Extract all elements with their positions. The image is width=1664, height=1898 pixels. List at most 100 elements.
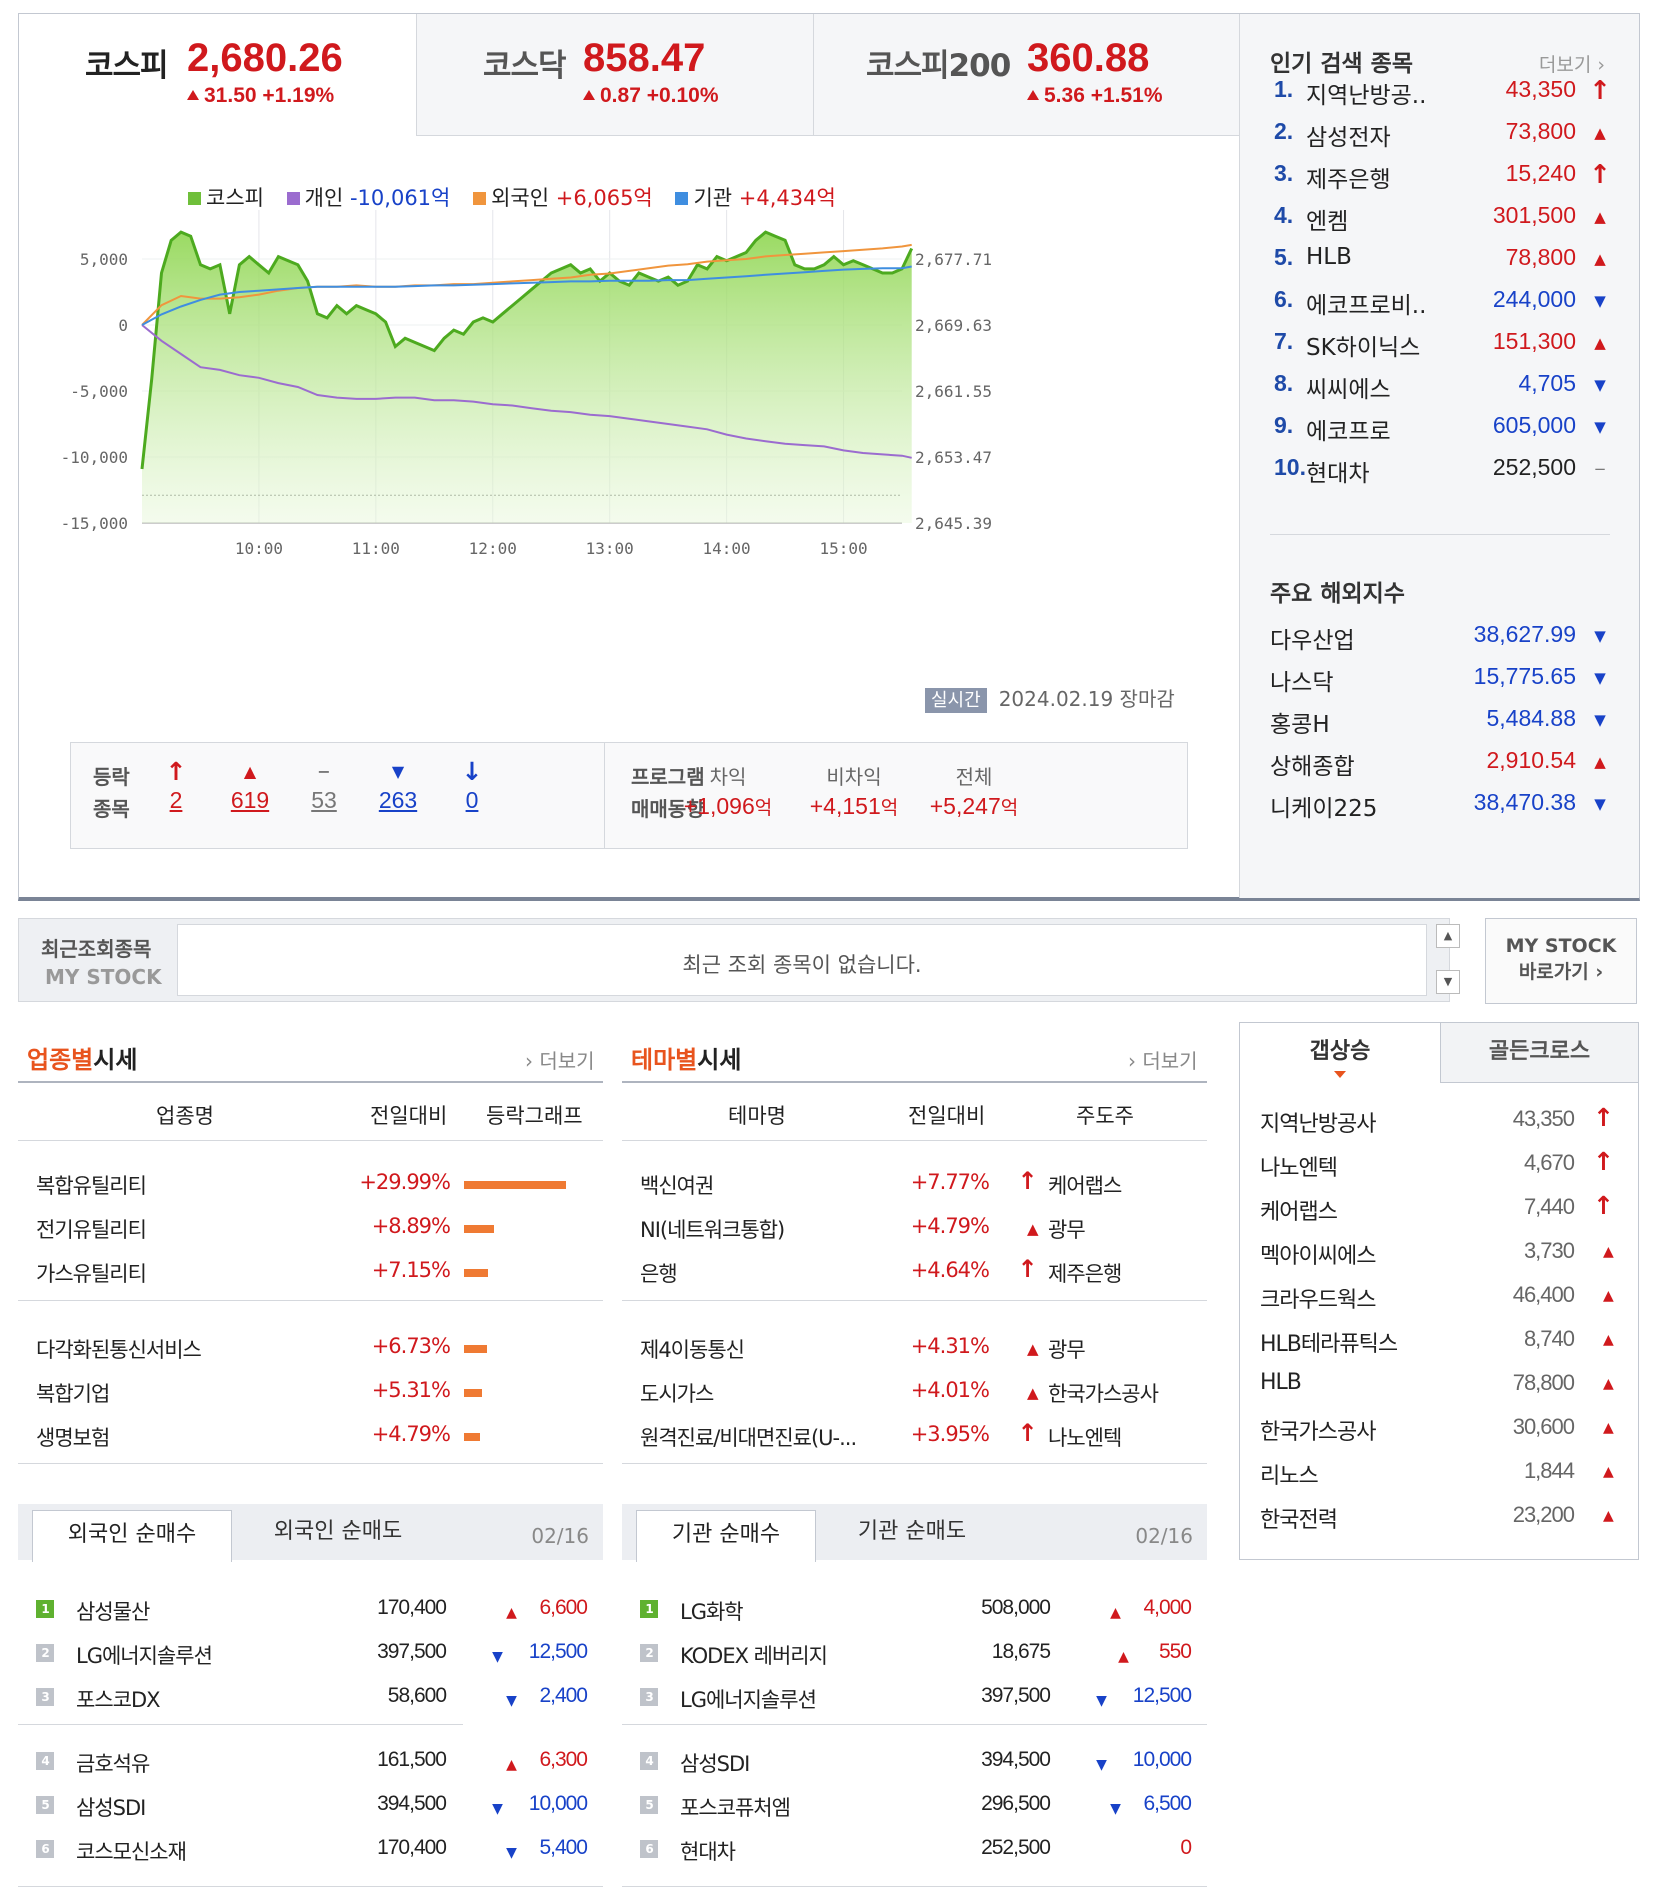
- down-triangle-icon: ▼: [1096, 1757, 1107, 1773]
- net-buy-row[interactable]: 2 KODEX 레버리지 18,675 ▲ 550: [640, 1634, 1200, 1676]
- lead-stock[interactable]: 광무: [1048, 1334, 1086, 1364]
- tab-foreign-sell[interactable]: 외국인 순매도: [238, 1504, 438, 1560]
- net-buy-row[interactable]: 4 금호석유 161,500 ▲ 6,300: [36, 1742, 596, 1784]
- mystock-button[interactable]: MY STOCK 바로가기 ›: [1485, 918, 1637, 1004]
- upper-limit-arrow-icon: ↑: [1593, 1191, 1614, 1220]
- theme-row[interactable]: 원격진료/비대면진료(U-... +3.95% ↑ 나노엔텍: [622, 1416, 1207, 1460]
- sector-row[interactable]: 다각화된통신서비스 +6.73%: [18, 1328, 603, 1372]
- popular-item[interactable]: 10. 현대차 252,500−: [1274, 454, 1614, 496]
- y-left-tick-label: 5,000: [80, 250, 128, 269]
- sector-row[interactable]: 복합기업 +5.31%: [18, 1372, 603, 1416]
- net-buy-row[interactable]: 1 삼성물산 170,400 ▲ 6,600: [36, 1590, 596, 1632]
- popular-item[interactable]: 2. 삼성전자 73,800 ▲: [1274, 118, 1614, 160]
- count-link[interactable]: 0: [447, 787, 497, 814]
- sector-row[interactable]: 생명보험 +4.79%: [18, 1416, 603, 1460]
- up-triangle-icon: ▲: [1603, 1508, 1614, 1524]
- popular-item[interactable]: 5. HLB 78,800 ▲: [1274, 244, 1614, 286]
- net-buy-row[interactable]: 3 포스코DX 58,600 ▼ 2,400: [36, 1678, 596, 1720]
- sector-row[interactable]: 가스유틸리티 +7.15%: [18, 1252, 603, 1296]
- gap-row[interactable]: 지역난방공사 43,350 ↑: [1260, 1100, 1620, 1144]
- popular-item[interactable]: 4. 엔켐 301,500 ▲: [1274, 202, 1614, 244]
- tab-institution-sell[interactable]: 기관 순매도: [822, 1504, 1002, 1560]
- gap-row[interactable]: 한국전력 23,200 ▲: [1260, 1496, 1620, 1540]
- lead-stock[interactable]: 케어랩스: [1048, 1170, 1122, 1200]
- tab-golden-cross[interactable]: 골든크로스: [1440, 1023, 1638, 1083]
- gap-row[interactable]: HLB테라퓨틱스 8,740 ▲: [1260, 1320, 1620, 1364]
- net-buy-row[interactable]: 6 현대차 252,500 0: [640, 1830, 1200, 1872]
- scroll-down-button[interactable]: ▼: [1436, 970, 1460, 994]
- net-buy-row[interactable]: 5 포스코퓨처엠 296,500 ▼ 6,500: [640, 1786, 1200, 1828]
- tab-foreign-buy[interactable]: 외국인 순매수: [32, 1510, 232, 1562]
- overseas-index-item[interactable]: 니케이225 38,470.38 ▼: [1270, 789, 1614, 831]
- tab-gap-up[interactable]: 갭상승: [1240, 1023, 1440, 1083]
- gap-row[interactable]: HLB 78,800 ▲: [1260, 1364, 1620, 1408]
- gap-row[interactable]: 멕아이씨에스 3,730 ▲: [1260, 1232, 1620, 1276]
- sector-more-link[interactable]: › 더보기: [525, 1045, 595, 1074]
- theme-row[interactable]: NI(네트워크통합) +4.79% ▲ 광무: [622, 1208, 1207, 1252]
- overseas-index-item[interactable]: 홍콩H 5,484.88 ▼: [1270, 705, 1614, 747]
- gap-row[interactable]: 리노스 1,844 ▲: [1260, 1452, 1620, 1496]
- theme-more-link[interactable]: › 더보기: [1128, 1045, 1198, 1074]
- popular-item[interactable]: 1. 지역난방공.. 43,350 ↑: [1274, 76, 1614, 118]
- gap-row[interactable]: 한국가스공사 30,600 ▲: [1260, 1408, 1620, 1452]
- count-link[interactable]: 2: [151, 787, 201, 814]
- more-label: 더보기: [1538, 54, 1592, 76]
- lead-stock[interactable]: 제주은행: [1048, 1258, 1122, 1288]
- sector-change: +7.15%: [371, 1258, 451, 1282]
- overseas-index-item[interactable]: 나스닥 15,775.65 ▼: [1270, 663, 1614, 705]
- count-link[interactable]: 619: [225, 787, 275, 814]
- rank: 5.: [1274, 244, 1294, 270]
- theme-name: 백신여권: [640, 1174, 714, 1198]
- overseas-index-item[interactable]: 다우산업 38,627.99 ▼: [1270, 621, 1614, 663]
- net-buy-row[interactable]: 2 LG에너지솔루션 397,500 ▼ 12,500: [36, 1634, 596, 1676]
- price: 46,400: [1512, 1282, 1575, 1307]
- count-link[interactable]: 53: [299, 787, 349, 814]
- active-caret-icon: [1334, 1071, 1346, 1078]
- lead-stock[interactable]: 광무: [1048, 1214, 1086, 1244]
- popular-item[interactable]: 3. 제주은행 15,240 ↑: [1274, 160, 1614, 202]
- theme-name: 원격진료/비대면진료(U-...: [640, 1426, 857, 1450]
- gap-row[interactable]: 나노엔텍 4,670 ↑: [1260, 1144, 1620, 1188]
- theme-row[interactable]: 제4이동통신 +4.31% ▲ 광무: [622, 1328, 1207, 1372]
- scroll-up-button[interactable]: ▲: [1436, 924, 1460, 948]
- stock-name: LG화학: [680, 1600, 744, 1624]
- lead-stock[interactable]: 나노엔텍: [1048, 1422, 1122, 1452]
- popular-item[interactable]: 9. 에코프로 605,000 ▼: [1274, 412, 1614, 454]
- change-amount: 550: [1158, 1640, 1192, 1663]
- tab-kospi[interactable]: 코스피 2,680.26 31.50 +1.19%: [19, 14, 417, 136]
- theme-row[interactable]: 백신여권 +7.77% ↑ 케어랩스: [622, 1164, 1207, 1208]
- gap-row[interactable]: 케어랩스 7,440 ↑: [1260, 1188, 1620, 1232]
- overseas-index-item[interactable]: 상해종합 2,910.54 ▲: [1270, 747, 1614, 789]
- theme-row[interactable]: 도시가스 +4.01% ▲ 한국가스공사: [622, 1372, 1207, 1416]
- sector-row[interactable]: 복합유틸리티 +29.99%: [18, 1164, 603, 1208]
- index-value: 38,470.38: [1473, 789, 1576, 815]
- stock-name: LG에너지솔루션: [76, 1644, 213, 1668]
- up-triangle-icon: ▲: [1603, 1420, 1614, 1436]
- lead-stock[interactable]: 한국가스공사: [1048, 1378, 1159, 1408]
- price: 23,200: [1512, 1502, 1575, 1527]
- tab-kosdaq[interactable]: 코스닥 858.47 0.87 +0.10%: [417, 14, 814, 136]
- direction-cell: ▼: [1588, 705, 1612, 731]
- tab-kospi200[interactable]: 코스피200 360.88 5.36 +1.51%: [814, 14, 1241, 136]
- popular-more-link[interactable]: 더보기 ›: [1539, 50, 1605, 77]
- net-buy-row[interactable]: 6 코스모신소재 170,400 ▼ 5,400: [36, 1830, 596, 1872]
- count-link[interactable]: 263: [373, 787, 423, 814]
- theme-row[interactable]: 은행 +4.64% ↑ 제주은행: [622, 1252, 1207, 1296]
- sector-row[interactable]: 전기유틸리티 +8.89%: [18, 1208, 603, 1252]
- rank-badge: 2: [36, 1644, 54, 1662]
- net-buy-row[interactable]: 4 삼성SDI 394,500 ▼ 10,000: [640, 1742, 1200, 1784]
- popular-item[interactable]: 6. 에코프로비.. 244,000 ▼: [1274, 286, 1614, 328]
- net-buy-row[interactable]: 3 LG에너지솔루션 397,500 ▼ 12,500: [640, 1678, 1200, 1720]
- net-buy-row[interactable]: 5 삼성SDI 394,500 ▼ 10,000: [36, 1786, 596, 1828]
- program-cell: 전체 +5,247억: [909, 761, 1039, 820]
- popular-item[interactable]: 7. SK하이닉스 151,300 ▲: [1274, 328, 1614, 370]
- col-header: 업종명: [156, 1104, 214, 1128]
- program-unit: 억: [754, 797, 773, 819]
- tab-institution-buy[interactable]: 기관 순매수: [636, 1510, 816, 1562]
- price: 78,800: [1512, 1370, 1575, 1395]
- change-amount: 2,400: [539, 1684, 588, 1707]
- gap-row[interactable]: 크라우드웍스 46,400 ▲: [1260, 1276, 1620, 1320]
- popular-item[interactable]: 8. 씨씨에스 4,705 ▼: [1274, 370, 1614, 412]
- sector-change: +8.89%: [371, 1214, 451, 1238]
- net-buy-row[interactable]: 1 LG화학 508,000 ▲ 4,000: [640, 1590, 1200, 1632]
